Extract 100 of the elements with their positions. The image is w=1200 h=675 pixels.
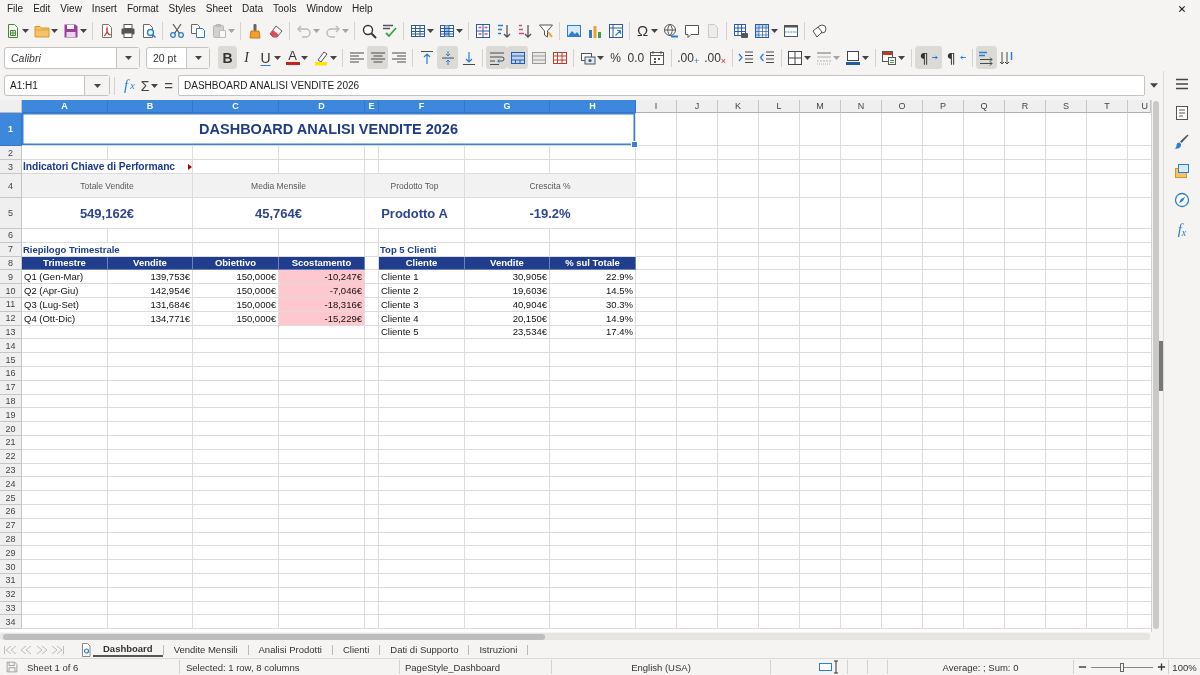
- table-cell: -10,247€: [279, 270, 365, 285]
- text-direction-icon: [978, 49, 995, 66]
- functions-button[interactable]: f$_{x}$: [1177, 221, 1187, 237]
- menu-item[interactable]: Edit: [28, 1, 56, 16]
- toolbar-button[interactable]: ¶: [941, 46, 969, 69]
- row-header[interactable]: 10: [0, 284, 22, 298]
- row-header[interactable]: 20: [0, 422, 22, 436]
- slider-thumb[interactable]: [1120, 662, 1124, 672]
- column-header[interactable]: A: [22, 100, 108, 113]
- column-header[interactable]: Q: [964, 100, 1005, 113]
- caret-icon[interactable]: [1150, 83, 1158, 88]
- row-header[interactable]: 29: [0, 546, 22, 561]
- sheet-tab[interactable]: Analisi Prodotti: [248, 642, 332, 657]
- collapse-handle[interactable]: [1159, 341, 1163, 391]
- font-size-field[interactable]: 20 pt: [146, 46, 210, 69]
- toolbar-button[interactable]: I: [237, 46, 256, 69]
- column-header[interactable]: S: [1046, 100, 1087, 113]
- name-box[interactable]: A1:H1: [4, 75, 110, 96]
- column-header[interactable]: T: [1087, 100, 1128, 113]
- document-magnifier-icon: [140, 22, 157, 39]
- row-header[interactable]: 3: [0, 160, 22, 174]
- menu-item[interactable]: Insert: [86, 1, 122, 16]
- gallery-icon[interactable]: [1174, 163, 1190, 179]
- image-icon: [565, 22, 582, 39]
- column-header[interactable]: N: [841, 100, 882, 113]
- toolbar-button[interactable]: .00$_{+}$: [674, 46, 702, 69]
- compass-icon[interactable]: [1174, 192, 1190, 208]
- row-header[interactable]: 5: [0, 198, 22, 229]
- column-header[interactable]: K: [718, 100, 759, 113]
- toolbar-button[interactable]: [975, 46, 997, 69]
- column-header[interactable]: U: [1128, 100, 1151, 113]
- selection-handle-icon[interactable]: [631, 141, 638, 148]
- column-header[interactable]: D: [279, 100, 365, 113]
- properties-icon[interactable]: [1174, 105, 1190, 121]
- formula-button[interactable]: =: [161, 75, 177, 96]
- sheet-tab[interactable]: Dashboard: [93, 642, 163, 657]
- clipboard-icon: [210, 22, 227, 39]
- toolbar-button[interactable]: %: [606, 46, 625, 69]
- search-icon: [360, 22, 377, 39]
- column-header[interactable]: H: [550, 100, 636, 113]
- horizontal-scrollbar[interactable]: [0, 633, 1150, 640]
- toolbar-button[interactable]: 0.0: [625, 46, 647, 69]
- toolbar-button[interactable]: A: [283, 46, 310, 69]
- sheet-tab[interactable]: Vendite Mensili: [163, 642, 248, 657]
- shapes-icon: [810, 22, 827, 39]
- row-header[interactable]: 14: [0, 339, 22, 354]
- font-name-field[interactable]: Calibri: [4, 46, 140, 69]
- selection-mode-icon[interactable]: [819, 660, 839, 674]
- vertical-scrollbar[interactable]: [1153, 101, 1160, 629]
- paintbrush-icon[interactable]: [1174, 134, 1190, 150]
- row-header[interactable]: 1: [0, 113, 22, 146]
- add-sheet-icon[interactable]: [81, 642, 91, 657]
- align-right-icon: [390, 49, 407, 66]
- sum-button[interactable]: Σ: [137, 75, 162, 96]
- row-header[interactable]: 24: [0, 477, 22, 492]
- close-icon[interactable]: [1178, 4, 1186, 13]
- row-header[interactable]: 15: [0, 353, 22, 367]
- column-header[interactable]: M: [800, 100, 841, 113]
- row-header[interactable]: 6: [0, 229, 22, 243]
- sheet-tab[interactable]: Dati di Supporto: [380, 642, 469, 657]
- row-header[interactable]: 30: [0, 560, 22, 574]
- scrollbar-thumb[interactable]: [3, 633, 545, 640]
- column-header[interactable]: E: [365, 100, 379, 113]
- merge-center-icon: [509, 49, 526, 66]
- menu-item[interactable]: Format: [121, 1, 164, 16]
- speech-bubble-icon: [683, 22, 700, 39]
- row-header[interactable]: 34: [0, 615, 22, 630]
- column-header[interactable]: B: [108, 100, 193, 113]
- row-header[interactable]: 25: [0, 491, 22, 505]
- menu-item[interactable]: File: [2, 1, 29, 16]
- menu-icon[interactable]: [1174, 76, 1190, 92]
- column-header[interactable]: J: [677, 100, 718, 113]
- column-header[interactable]: O: [882, 100, 923, 113]
- toolbar-button[interactable]: B: [218, 46, 237, 69]
- menu-item[interactable]: Window: [301, 1, 347, 16]
- row-header[interactable]: 9: [0, 270, 22, 285]
- plus-icon[interactable]: [1157, 662, 1166, 672]
- formula-input[interactable]: DASHBOARD ANALISI VENDITE 2026: [178, 75, 1145, 96]
- row-header[interactable]: 2: [0, 146, 22, 160]
- menu-item[interactable]: View: [55, 1, 87, 16]
- column-header[interactable]: F: [379, 100, 465, 113]
- menu-item[interactable]: Help: [347, 1, 378, 16]
- column-header[interactable]: C: [193, 100, 279, 113]
- menu-item[interactable]: Sheet: [200, 1, 237, 16]
- row-header[interactable]: 19: [0, 408, 22, 423]
- menu-item[interactable]: Styles: [163, 1, 201, 16]
- menu-item[interactable]: Data: [236, 1, 269, 16]
- row-header[interactable]: 4: [0, 174, 22, 198]
- sheet-tab[interactable]: Clienti: [332, 642, 380, 657]
- column-header[interactable]: P: [923, 100, 964, 113]
- sheet-tab[interactable]: Istruzioni: [469, 642, 528, 657]
- toolbar-button[interactable]: ¶: [914, 46, 942, 69]
- column-header[interactable]: L: [759, 100, 800, 113]
- toolbar-button[interactable]: Ω: [633, 19, 660, 42]
- menu-item[interactable]: Tools: [268, 1, 302, 16]
- column-header[interactable]: I: [636, 100, 677, 113]
- toolbar-button[interactable]: U: [256, 46, 283, 69]
- toolbar-button[interactable]: .00$_{×}$: [701, 46, 729, 69]
- column-header[interactable]: G: [465, 100, 550, 113]
- column-header[interactable]: R: [1005, 100, 1046, 113]
